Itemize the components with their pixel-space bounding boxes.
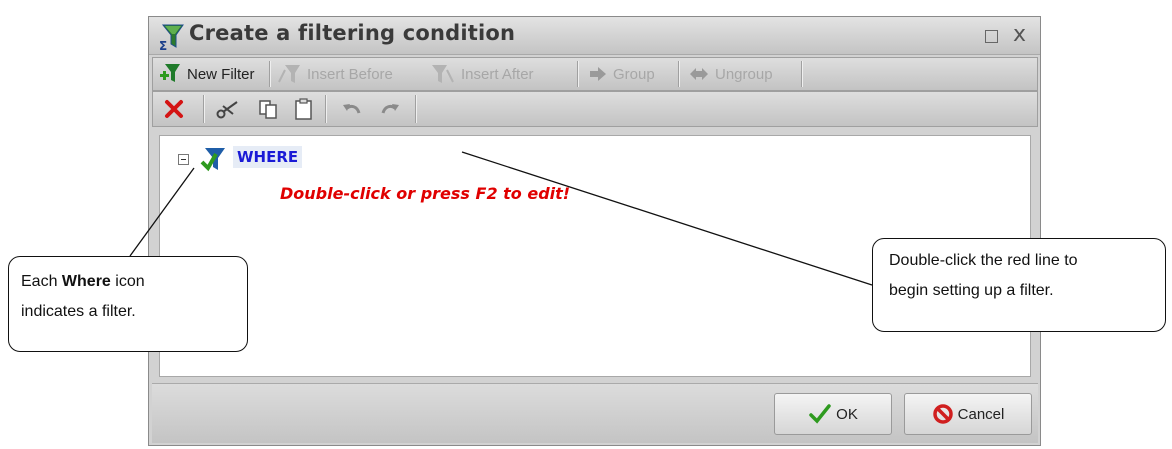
filter-toolbar: New Filter Insert Before Insert After Gr… <box>152 57 1038 91</box>
dialog-title: Create a filtering condition <box>189 21 516 45</box>
filter-sigma-icon: Σ <box>159 24 184 51</box>
title-bar[interactable]: Σ Create a filtering condition x <box>149 17 1040 55</box>
insert-before-label: Insert Before <box>307 65 393 83</box>
copy-icon <box>259 100 277 119</box>
delete-icon <box>165 100 183 118</box>
toolbar-separator <box>678 61 680 87</box>
ok-label: OK <box>836 405 858 423</box>
right-callout-line1: Double-click the red line to <box>889 252 1078 269</box>
new-filter-icon <box>160 64 180 82</box>
insert-after-button[interactable]: Insert After <box>431 58 534 90</box>
undo-button[interactable] <box>341 92 369 126</box>
copy-button[interactable] <box>257 92 285 126</box>
arrow-right-icon <box>590 67 606 81</box>
collapse-toggle[interactable] <box>178 154 189 165</box>
filter-dialog: Σ Create a filtering condition x New Fil… <box>148 16 1041 446</box>
checkmark-icon <box>809 404 831 424</box>
insert-before-icon <box>278 65 300 83</box>
new-filter-label: New Filter <box>187 65 255 83</box>
new-filter-button[interactable]: New Filter <box>159 58 255 90</box>
ok-button[interactable]: OK <box>774 393 892 435</box>
insert-after-icon <box>432 65 454 83</box>
redo-button[interactable] <box>379 92 407 126</box>
toolbar-separator <box>203 95 205 123</box>
toolbar-separator <box>415 95 417 123</box>
insert-before-button[interactable]: Insert Before <box>277 58 393 90</box>
undo-icon <box>343 104 361 114</box>
ungroup-label: Ungroup <box>715 65 773 83</box>
red-line-callout: Double-click the red line to begin setti… <box>872 238 1166 332</box>
toolbar-separator <box>325 95 327 123</box>
group-label: Group <box>613 65 655 83</box>
toolbar-separator <box>269 61 271 87</box>
close-button[interactable]: x <box>1013 22 1026 47</box>
maximize-button[interactable] <box>985 30 998 43</box>
paste-icon <box>295 98 312 120</box>
right-callout-line2: begin setting up a filter. <box>889 282 1054 299</box>
left-callout-line1: Each Where icon <box>21 273 145 290</box>
group-button[interactable]: Group <box>589 58 655 90</box>
insert-after-label: Insert After <box>461 65 534 83</box>
where-icon-callout: Each Where icon indicates a filter. <box>8 256 248 352</box>
double-arrow-icon <box>690 68 708 80</box>
cancel-button[interactable]: Cancel <box>904 393 1032 435</box>
redo-icon <box>381 104 399 114</box>
where-node-label[interactable]: WHERE <box>233 146 303 168</box>
toolbar-separator <box>577 61 579 87</box>
where-filter-icon <box>200 148 225 172</box>
svg-text:Σ: Σ <box>159 39 167 51</box>
delete-button[interactable] <box>163 92 191 126</box>
cancel-icon <box>932 404 953 424</box>
cancel-label: Cancel <box>957 405 1005 423</box>
dialog-footer: OK Cancel <box>152 383 1038 443</box>
paste-button[interactable] <box>293 92 321 126</box>
cut-button[interactable] <box>215 92 245 126</box>
edit-hint-line[interactable]: Double-click or press F2 to edit! <box>280 184 570 203</box>
toolbar-separator <box>801 61 803 87</box>
cut-icon <box>216 101 238 119</box>
ungroup-button[interactable]: Ungroup <box>689 58 773 90</box>
edit-toolbar <box>152 91 1038 127</box>
left-callout-line2: indicates a filter. <box>21 303 136 320</box>
